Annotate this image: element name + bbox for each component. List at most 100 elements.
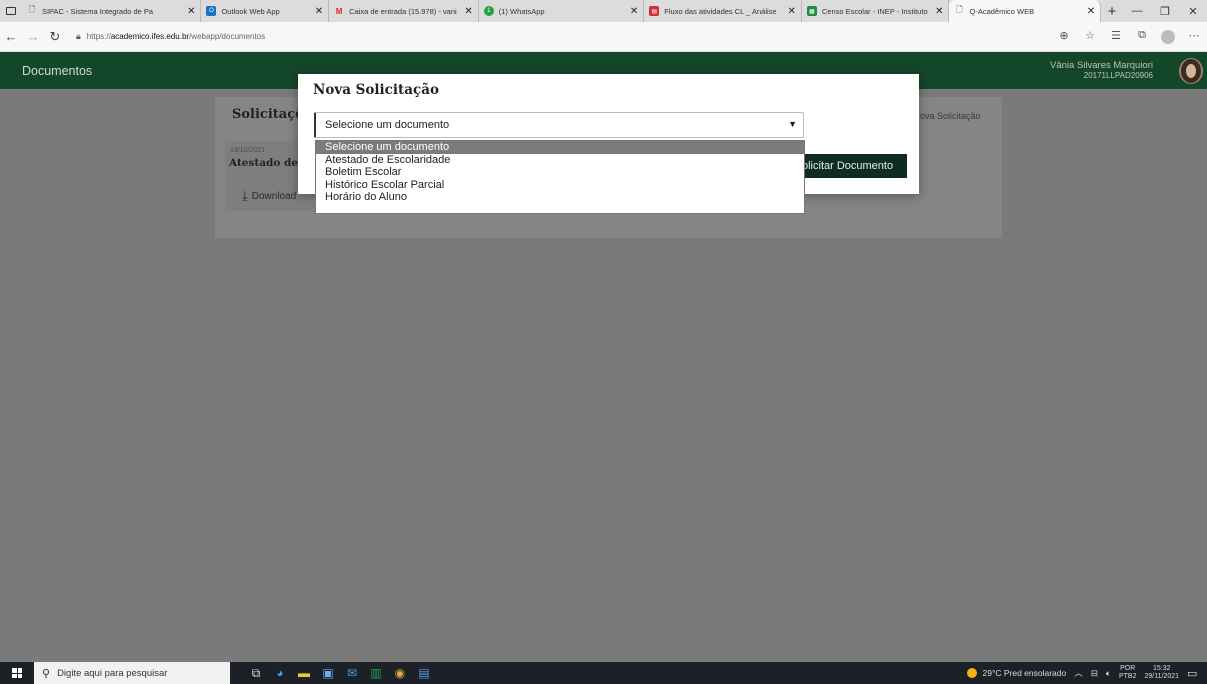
tab-title: Outlook Web App: [221, 6, 280, 16]
close-icon[interactable]: ✕: [187, 6, 195, 17]
language-indicator[interactable]: POR PTB2: [1119, 665, 1137, 681]
store-icon[interactable]: ▣: [316, 662, 340, 684]
new-request-button[interactable]: ova Solicitação: [920, 111, 981, 121]
close-icon[interactable]: ✕: [787, 6, 795, 17]
tab-title: (1) WhatsApp: [498, 6, 545, 16]
address-bar-actions: ⊕ ☆ ☰ ⧉ ⋯: [1051, 29, 1207, 44]
download-label: Download: [251, 190, 297, 202]
document-icon: 🗋: [28, 5, 36, 14]
tab-title: Q-Acadêmico WEB: [969, 6, 1035, 16]
download-icon: ⤓: [242, 188, 248, 203]
reload-icon[interactable]: ↻: [44, 29, 66, 45]
close-icon[interactable]: ✕: [1087, 6, 1095, 17]
favorite-icon[interactable]: ☆: [1077, 29, 1103, 44]
minimize-icon[interactable]: —: [1123, 5, 1151, 18]
tab-title: Censo Escolar - INEP - Instituto: [821, 6, 928, 16]
url-prefix: https://: [86, 32, 111, 41]
pdf-icon: ▤: [649, 6, 660, 16]
network-icon[interactable]: ⊟: [1091, 668, 1098, 679]
browser-tab-strip: 🗋 SIPAC - Sistema Integrado de Pa ✕ O Ou…: [0, 0, 1207, 22]
tab-whatsapp[interactable]: 1 (1) WhatsApp ✕: [479, 0, 645, 22]
collections-icon[interactable]: ⧉: [1129, 29, 1155, 44]
document-select[interactable]: Selecione um documento ▼: [314, 112, 804, 138]
user-info[interactable]: Vânia Silvares Marquiori 20171LLPAD20906: [1050, 59, 1153, 81]
task-view-icon[interactable]: ⧉: [244, 662, 268, 684]
forward-icon[interactable]: →: [22, 29, 44, 44]
address-bar: ← → ↻ 🔒︎ https://academico.ifes.edu.br/w…: [0, 22, 1207, 52]
tab-title: SIPAC - Sistema Integrado de Pa: [41, 6, 154, 16]
docs-icon[interactable]: ▤: [412, 662, 436, 684]
request-document-button[interactable]: olicitar Documento: [790, 154, 907, 178]
taskbar: ⚲ Digite aqui para pesquisar ⧉ ◕ ▬ ▣ ✉ ▥…: [0, 662, 1207, 684]
lang-secondary: PTB2: [1118, 673, 1137, 680]
weather-text[interactable]: 29°C Pred ensolarado: [982, 668, 1066, 678]
tab-sipac[interactable]: 🗋 SIPAC - Sistema Integrado de Pa ✕: [22, 0, 202, 22]
windows-icon: [12, 668, 22, 678]
outlook-icon: O: [206, 6, 217, 16]
submit-label: olicitar Documento: [802, 160, 894, 172]
tab-pdf[interactable]: ▤ Fluxo das atividades CL _ Análise ✕: [644, 0, 802, 22]
tab-title: Caixa de entrada (15.978) - vani: [349, 6, 457, 16]
file-explorer-icon[interactable]: ▬: [292, 662, 316, 684]
tab-gmail[interactable]: M Caixa de entrada (15.978) - vani ✕: [329, 0, 479, 22]
start-button[interactable]: [0, 668, 34, 678]
clock-time: 15:32: [1152, 665, 1171, 672]
download-button[interactable]: ⤓ Download: [242, 188, 296, 204]
document-options-list: Selecione um documento Atestado de Escol…: [315, 140, 805, 214]
mail-icon[interactable]: ✉: [340, 662, 364, 684]
system-tray: 29°C Pred ensolarado ︿ ⊟ 🔈︎ POR PTB2 15:…: [967, 665, 1207, 681]
search-icon: ⚲: [42, 667, 51, 680]
avatar[interactable]: [1179, 58, 1203, 84]
document-icon: 🗋: [956, 5, 963, 14]
volume-icon[interactable]: 🔈︎: [1106, 668, 1111, 679]
close-icon[interactable]: ✕: [935, 6, 943, 17]
tab-censo[interactable]: ▦ Censo Escolar - INEP - Instituto ✕: [802, 0, 950, 22]
url-path: /webapp/documentos: [189, 32, 266, 41]
sheets-icon[interactable]: ▥: [364, 662, 388, 684]
option-atestado[interactable]: Atestado de Escolaridade: [316, 154, 804, 167]
new-tab-button[interactable]: +: [1101, 3, 1123, 20]
back-icon[interactable]: ←: [0, 29, 22, 44]
user-name: Vânia Silvares Marquiori: [1050, 59, 1153, 71]
zoom-icon[interactable]: ⊕: [1051, 29, 1077, 44]
clock-date: 29/11/2021: [1144, 673, 1179, 680]
caret-down-icon: ▼: [788, 119, 797, 129]
edge-icon[interactable]: ◕: [268, 662, 292, 684]
lang-primary: POR: [1120, 665, 1136, 672]
profile-icon[interactable]: [1155, 29, 1181, 44]
chevron-up-icon[interactable]: ︿: [1074, 667, 1083, 679]
option-boletim[interactable]: Boletim Escolar: [316, 166, 804, 179]
header-title: Documentos: [22, 63, 93, 78]
chrome-icon[interactable]: ◉: [388, 662, 412, 684]
tab-q-academico[interactable]: 🗋 Q-Acadêmico WEB ✕: [949, 0, 1102, 22]
whatsapp-icon: 1: [483, 6, 494, 16]
close-icon[interactable]: ✕: [630, 6, 638, 17]
option-selecione[interactable]: Selecione um documento: [316, 141, 804, 154]
restore-icon[interactable]: ❐: [1151, 5, 1179, 18]
close-window-icon[interactable]: ✕: [1179, 5, 1207, 18]
tab-outlook[interactable]: O Outlook Web App ✕: [201, 0, 330, 22]
option-historico[interactable]: Histórico Escolar Parcial: [316, 179, 804, 192]
weather-icon: [967, 668, 978, 678]
taskbar-search[interactable]: ⚲ Digite aqui para pesquisar: [34, 662, 230, 684]
user-id: 20171LLPAD20906: [1083, 70, 1153, 80]
close-icon[interactable]: ✕: [315, 6, 323, 17]
search-placeholder: Digite aqui para pesquisar: [57, 667, 168, 679]
clock[interactable]: 15:32 29/11/2021: [1144, 665, 1179, 681]
request-name: Atestado de: [229, 157, 299, 169]
sheet-icon: ▦: [806, 6, 817, 16]
notifications-icon[interactable]: ▭: [1187, 667, 1201, 680]
favorites-list-icon[interactable]: ☰: [1103, 29, 1129, 44]
close-icon[interactable]: ✕: [464, 6, 472, 17]
lock-icon: 🔒︎: [76, 31, 81, 41]
tab-actions-button[interactable]: [0, 0, 22, 22]
more-icon[interactable]: ⋯: [1181, 29, 1207, 44]
select-value: Selecione um documento: [325, 119, 450, 131]
tab-actions-icon: [5, 7, 16, 15]
tab-title: Fluxo das atividades CL _ Análise: [664, 6, 777, 16]
window-controls: — ❐ ✕: [1123, 5, 1207, 18]
request-date: 13/10/2021: [230, 147, 266, 154]
taskbar-apps: ⧉ ◕ ▬ ▣ ✉ ▥ ◉ ▤: [244, 662, 436, 684]
option-horario[interactable]: Horário do Aluno: [316, 191, 804, 204]
url-field[interactable]: 🔒︎ https://academico.ifes.edu.br/webapp/…: [76, 31, 265, 42]
